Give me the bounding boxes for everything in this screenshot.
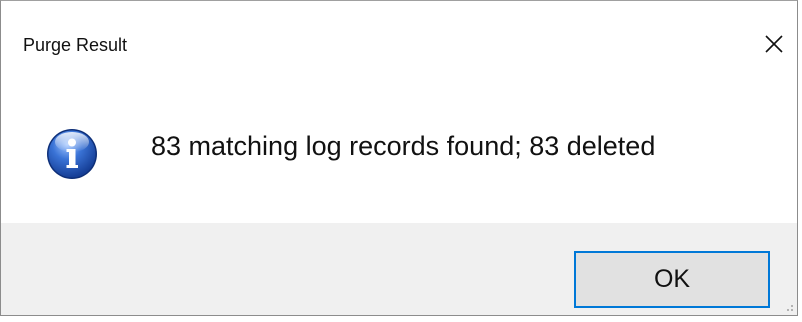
ok-button-label: OK [653, 265, 691, 293]
info-icon [47, 129, 97, 179]
dialog-footer: OK [1, 223, 797, 315]
resize-grip-icon[interactable] [782, 300, 794, 312]
title-bar[interactable]: Purge Result [1, 1, 797, 67]
message-dialog: Purge Result 83 matching log records fou… [0, 0, 798, 316]
dialog-message: 83 matching log records found; 83 delete… [151, 131, 656, 161]
close-icon [765, 35, 783, 53]
close-button[interactable] [751, 21, 797, 67]
dialog-title: Purge Result [23, 35, 128, 55]
ok-button[interactable]: OK [574, 251, 770, 308]
dialog-content: 83 matching log records found; 83 delete… [1, 67, 797, 223]
